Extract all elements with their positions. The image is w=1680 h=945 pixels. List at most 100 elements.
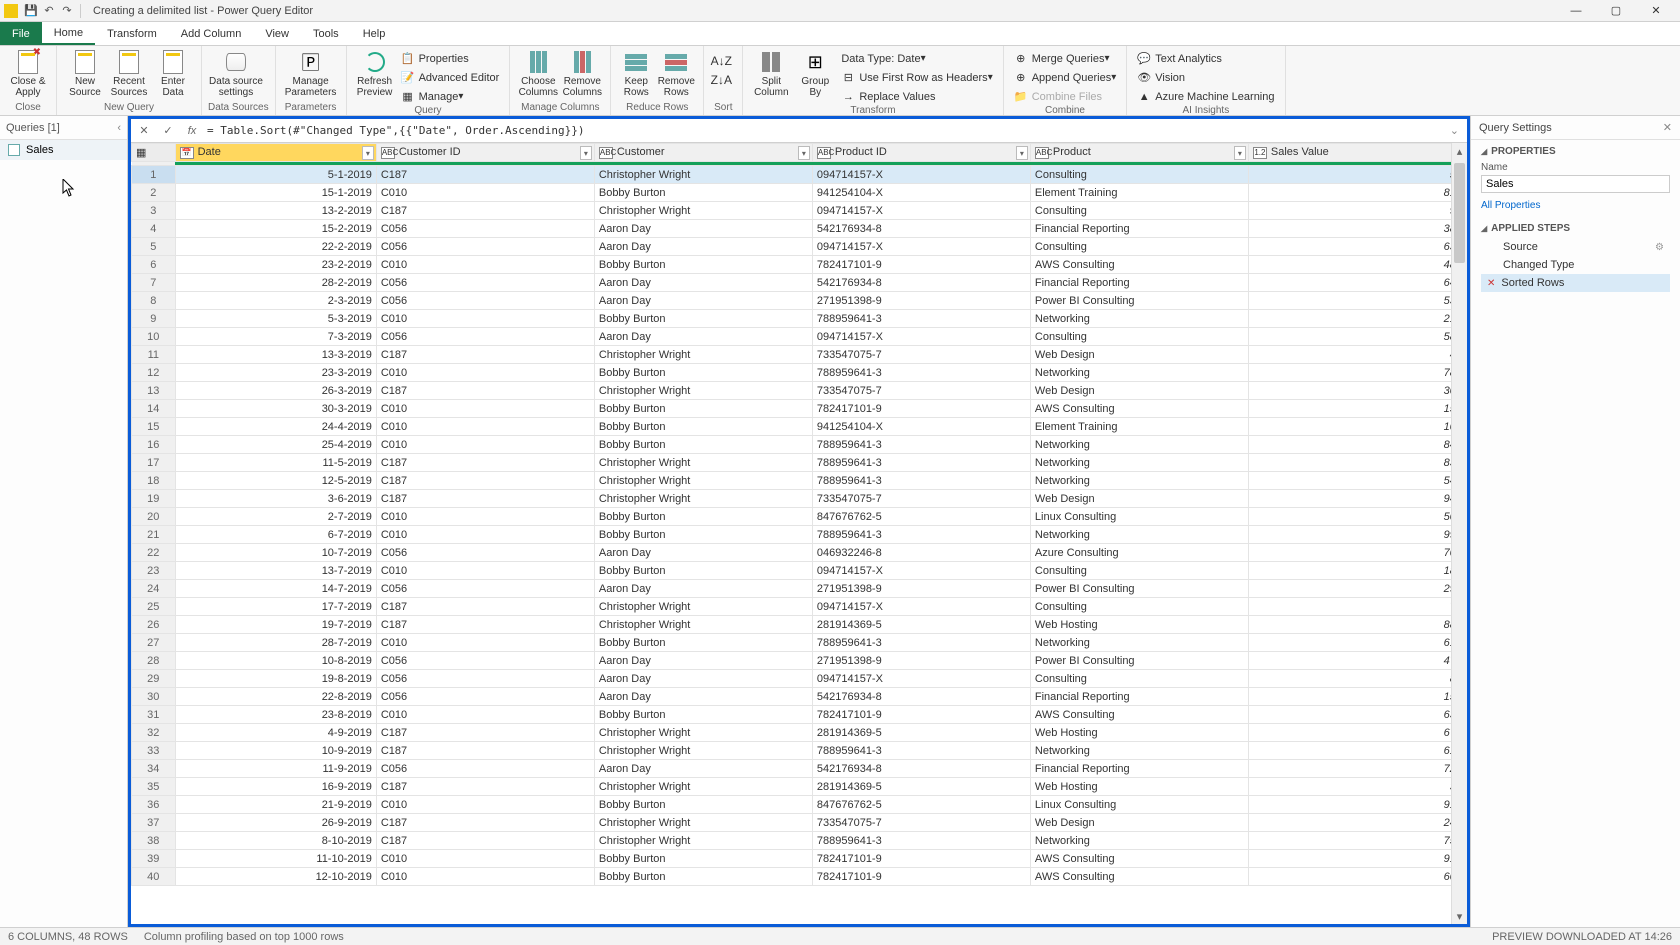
column-header[interactable]: ABCProduct▾ <box>1030 144 1248 162</box>
cell[interactable]: 094714157-X <box>812 598 1030 616</box>
recent-sources-button[interactable]: Recent Sources <box>107 48 151 98</box>
column-filter-icon[interactable]: ▾ <box>580 146 592 160</box>
cell[interactable]: Bobby Burton <box>594 868 812 886</box>
cell[interactable]: 478 <box>1248 652 1466 670</box>
cell[interactable]: Christopher Wright <box>594 724 812 742</box>
cell[interactable]: 3-6-2019 <box>175 490 376 508</box>
cell[interactable]: Bobby Burton <box>594 400 812 418</box>
cell[interactable]: Bobby Burton <box>594 364 812 382</box>
accept-formula-icon[interactable]: ✓ <box>159 122 177 140</box>
cell[interactable]: Power BI Consulting <box>1030 292 1248 310</box>
cancel-formula-icon[interactable]: ✕ <box>135 122 153 140</box>
cell[interactable]: 788959641-3 <box>812 364 1030 382</box>
cell[interactable]: 941254104-X <box>812 418 1030 436</box>
cell[interactable]: C187 <box>376 166 594 184</box>
table-row[interactable]: 216-7-2019C010Bobby Burton788959641-3Net… <box>132 526 1467 544</box>
cell[interactable]: Consulting <box>1030 166 1248 184</box>
table-row[interactable]: 3726-9-2019C187Christopher Wright7335470… <box>132 814 1467 832</box>
table-row[interactable]: 2210-7-2019C056Aaron Day046932246-8Azure… <box>132 544 1467 562</box>
remove-rows-button[interactable]: Remove Rows <box>655 48 697 98</box>
cell[interactable]: 633 <box>1248 238 1466 256</box>
cell[interactable]: 4-9-2019 <box>175 724 376 742</box>
cell[interactable]: 97 <box>1248 202 1466 220</box>
cell[interactable]: Power BI Consulting <box>1030 580 1248 598</box>
table-row[interactable]: 1223-3-2019C010Bobby Burton788959641-3Ne… <box>132 364 1467 382</box>
cell[interactable]: 158 <box>1248 400 1466 418</box>
cell[interactable]: 782417101-9 <box>812 400 1030 418</box>
cell[interactable]: Web Hosting <box>1030 616 1248 634</box>
cell[interactable]: C056 <box>376 688 594 706</box>
cell[interactable]: Christopher Wright <box>594 598 812 616</box>
cell[interactable]: Networking <box>1030 742 1248 760</box>
cell[interactable]: AWS Consulting <box>1030 850 1248 868</box>
cell[interactable]: 10-8-2019 <box>175 652 376 670</box>
table-row[interactable]: 1625-4-2019C010Bobby Burton788959641-3Ne… <box>132 436 1467 454</box>
cell[interactable]: 281914369-5 <box>812 778 1030 796</box>
table-row[interactable]: 2919-8-2019C056Aaron Day094714157-XConsu… <box>132 670 1467 688</box>
cell[interactable]: 23-3-2019 <box>175 364 376 382</box>
cell[interactable]: 21-9-2019 <box>175 796 376 814</box>
cell[interactable]: 833 <box>1248 454 1466 472</box>
cell[interactable]: 30 <box>1248 778 1466 796</box>
cell[interactable]: Web Design <box>1030 382 1248 400</box>
table-row[interactable]: 3123-8-2019C010Bobby Burton782417101-9AW… <box>132 706 1467 724</box>
sort-desc-button[interactable]: Z↓A <box>714 71 732 88</box>
cell[interactable]: Element Training <box>1030 418 1248 436</box>
cell[interactable]: 889 <box>1248 616 1466 634</box>
table-row[interactable]: 2810-8-2019C056Aaron Day271951398-9Power… <box>132 652 1467 670</box>
cell[interactable]: 813 <box>1248 184 1466 202</box>
cell[interactable]: 589 <box>1248 328 1466 346</box>
group-by-button[interactable]: ⊞Group By <box>793 48 837 98</box>
cell[interactable]: Aaron Day <box>594 328 812 346</box>
cell[interactable]: 22-8-2019 <box>175 688 376 706</box>
cell[interactable]: Consulting <box>1030 598 1248 616</box>
cell[interactable]: 941254104-X <box>812 184 1030 202</box>
cell[interactable]: 271951398-9 <box>812 652 1030 670</box>
cell[interactable]: C010 <box>376 526 594 544</box>
cell[interactable]: 487 <box>1248 256 1466 274</box>
cell[interactable]: Financial Reporting <box>1030 220 1248 238</box>
table-row[interactable]: 324-9-2019C187Christopher Wright28191436… <box>132 724 1467 742</box>
column-filter-icon[interactable]: ▾ <box>798 146 810 160</box>
cell[interactable]: Financial Reporting <box>1030 688 1248 706</box>
scroll-up-icon[interactable]: ▴ <box>1452 143 1467 159</box>
cell[interactable]: Web Hosting <box>1030 778 1248 796</box>
table-row[interactable]: 1326-3-2019C187Christopher Wright7335470… <box>132 382 1467 400</box>
cell[interactable]: Aaron Day <box>594 670 812 688</box>
table-row[interactable]: 3411-9-2019C056Aaron Day542176934-8Finan… <box>132 760 1467 778</box>
cell[interactable]: Bobby Burton <box>594 526 812 544</box>
cell[interactable]: 76 <box>1248 598 1466 616</box>
query-name-input[interactable] <box>1481 175 1670 193</box>
table-row[interactable]: 1113-3-2019C187Christopher Wright7335470… <box>132 346 1467 364</box>
cell[interactable]: 782417101-9 <box>812 868 1030 886</box>
cell[interactable]: 788959641-3 <box>812 634 1030 652</box>
cell[interactable]: 17-7-2019 <box>175 598 376 616</box>
expand-formula-icon[interactable]: ⌄ <box>1446 124 1463 137</box>
cell[interactable]: 303 <box>1248 382 1466 400</box>
cell[interactable]: Bobby Burton <box>594 706 812 724</box>
manage-parameters-button[interactable]: 🄿Manage Parameters <box>282 48 340 98</box>
choose-columns-button[interactable]: Choose Columns <box>516 48 560 98</box>
cell[interactable]: Consulting <box>1030 328 1248 346</box>
cell[interactable]: 616 <box>1248 634 1466 652</box>
cell[interactable]: Networking <box>1030 832 1248 850</box>
cell[interactable]: Christopher Wright <box>594 616 812 634</box>
close-settings-icon[interactable]: ✕ <box>1663 121 1672 134</box>
table-row[interactable]: 388-10-2019C187Christopher Wright7889596… <box>132 832 1467 850</box>
cell[interactable]: 619 <box>1248 742 1466 760</box>
cell[interactable]: Christopher Wright <box>594 346 812 364</box>
table-row[interactable]: 3911-10-2019C010Bobby Burton782417101-9A… <box>132 850 1467 868</box>
table-row[interactable]: 1711-5-2019C187Christopher Wright7889596… <box>132 454 1467 472</box>
cell[interactable]: Bobby Burton <box>594 850 812 868</box>
table-row[interactable]: 4012-10-2019C010Bobby Burton782417101-9A… <box>132 868 1467 886</box>
table-row[interactable]: 728-2-2019C056Aaron Day542176934-8Financ… <box>132 274 1467 292</box>
cell[interactable]: Bobby Burton <box>594 796 812 814</box>
cell[interactable]: 542176934-8 <box>812 220 1030 238</box>
cell[interactable]: 19-8-2019 <box>175 670 376 688</box>
cell[interactable]: C187 <box>376 742 594 760</box>
cell[interactable]: C010 <box>376 364 594 382</box>
table-row[interactable]: 1524-4-2019C010Bobby Burton941254104-XEl… <box>132 418 1467 436</box>
cell[interactable]: C056 <box>376 670 594 688</box>
cell[interactable]: 7-3-2019 <box>175 328 376 346</box>
cell[interactable]: Aaron Day <box>594 292 812 310</box>
